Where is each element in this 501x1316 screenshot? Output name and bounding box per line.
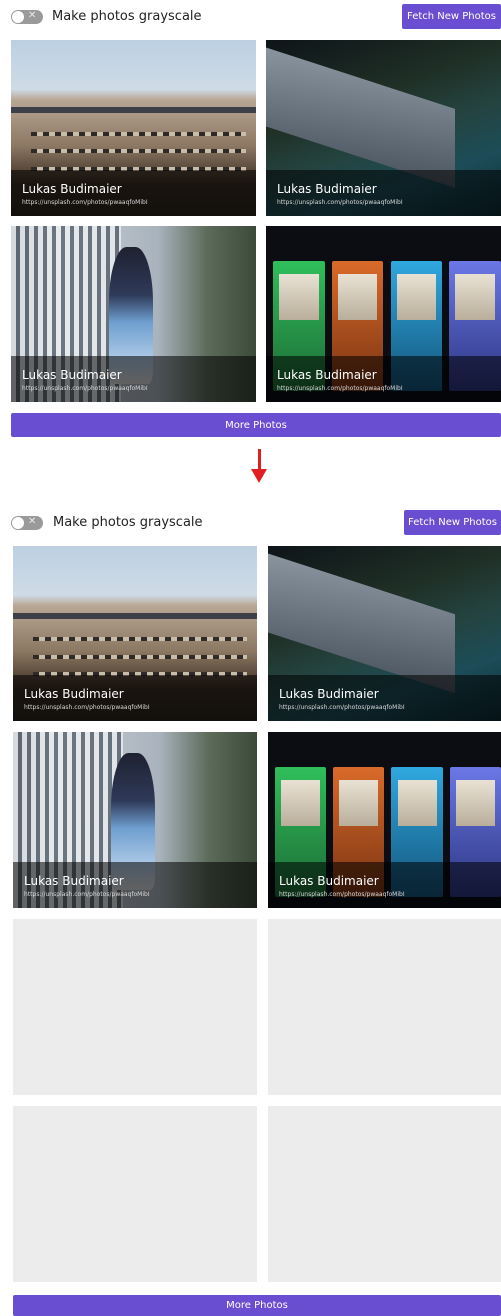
photo-card[interactable]: Lukas Budimaier https://unsplash.com/pho… [268,546,501,721]
close-icon: ✕ [28,516,37,527]
grayscale-toggle[interactable]: ✕ [11,10,43,24]
photo-card[interactable]: Lukas Budimaier https://unsplash.com/pho… [11,40,256,216]
photo-url: https://unsplash.com/photos/pwaaqfoMibI [277,385,403,392]
more-photos-button[interactable]: More Photos [11,413,501,437]
photo-card[interactable]: Lukas Budimaier https://unsplash.com/pho… [13,732,257,908]
photo-author: Lukas Budimaier [277,368,377,382]
close-icon: ✕ [28,10,37,21]
photo-author: Lukas Budimaier [22,182,122,196]
loading-placeholder [13,1106,257,1282]
fetch-new-photos-button[interactable]: Fetch New Photos [404,510,501,535]
photo-author: Lukas Budimaier [277,182,377,196]
photo-url: https://unsplash.com/photos/pwaaqfoMibI [24,891,150,898]
photo-url: https://unsplash.com/photos/pwaaqfoMibI [277,199,403,206]
photo-url: https://unsplash.com/photos/pwaaqfoMibI [279,891,405,898]
photo-url: https://unsplash.com/photos/pwaaqfoMibI [24,704,150,711]
toggle-knob [12,517,24,529]
loading-placeholder [13,919,257,1095]
fetch-new-photos-button[interactable]: Fetch New Photos [402,4,501,29]
photo-card[interactable]: Lukas Budimaier https://unsplash.com/pho… [13,546,257,721]
photo-card[interactable]: Lukas Budimaier https://unsplash.com/pho… [266,40,501,216]
loading-placeholder [268,1106,501,1282]
more-photos-button[interactable]: More Photos [13,1295,501,1316]
toggle-knob [12,11,24,23]
photo-url: https://unsplash.com/photos/pwaaqfoMibI [279,704,405,711]
grayscale-toggle-label: Make photos grayscale [52,9,202,24]
photo-author: Lukas Budimaier [22,368,122,382]
photo-url: https://unsplash.com/photos/pwaaqfoMibI [22,385,148,392]
loading-placeholder [268,919,501,1095]
photo-author: Lukas Budimaier [24,874,124,888]
photo-author: Lukas Budimaier [24,687,124,701]
grayscale-toggle-label: Make photos grayscale [53,515,203,530]
photo-card[interactable]: Lukas Budimaier https://unsplash.com/pho… [266,226,501,402]
photo-card[interactable]: Lukas Budimaier https://unsplash.com/pho… [268,732,501,908]
photo-card[interactable]: Lukas Budimaier https://unsplash.com/pho… [11,226,256,402]
photo-author: Lukas Budimaier [279,687,379,701]
photo-author: Lukas Budimaier [279,874,379,888]
photo-url: https://unsplash.com/photos/pwaaqfoMibI [22,199,148,206]
grayscale-toggle[interactable]: ✕ [11,516,43,530]
